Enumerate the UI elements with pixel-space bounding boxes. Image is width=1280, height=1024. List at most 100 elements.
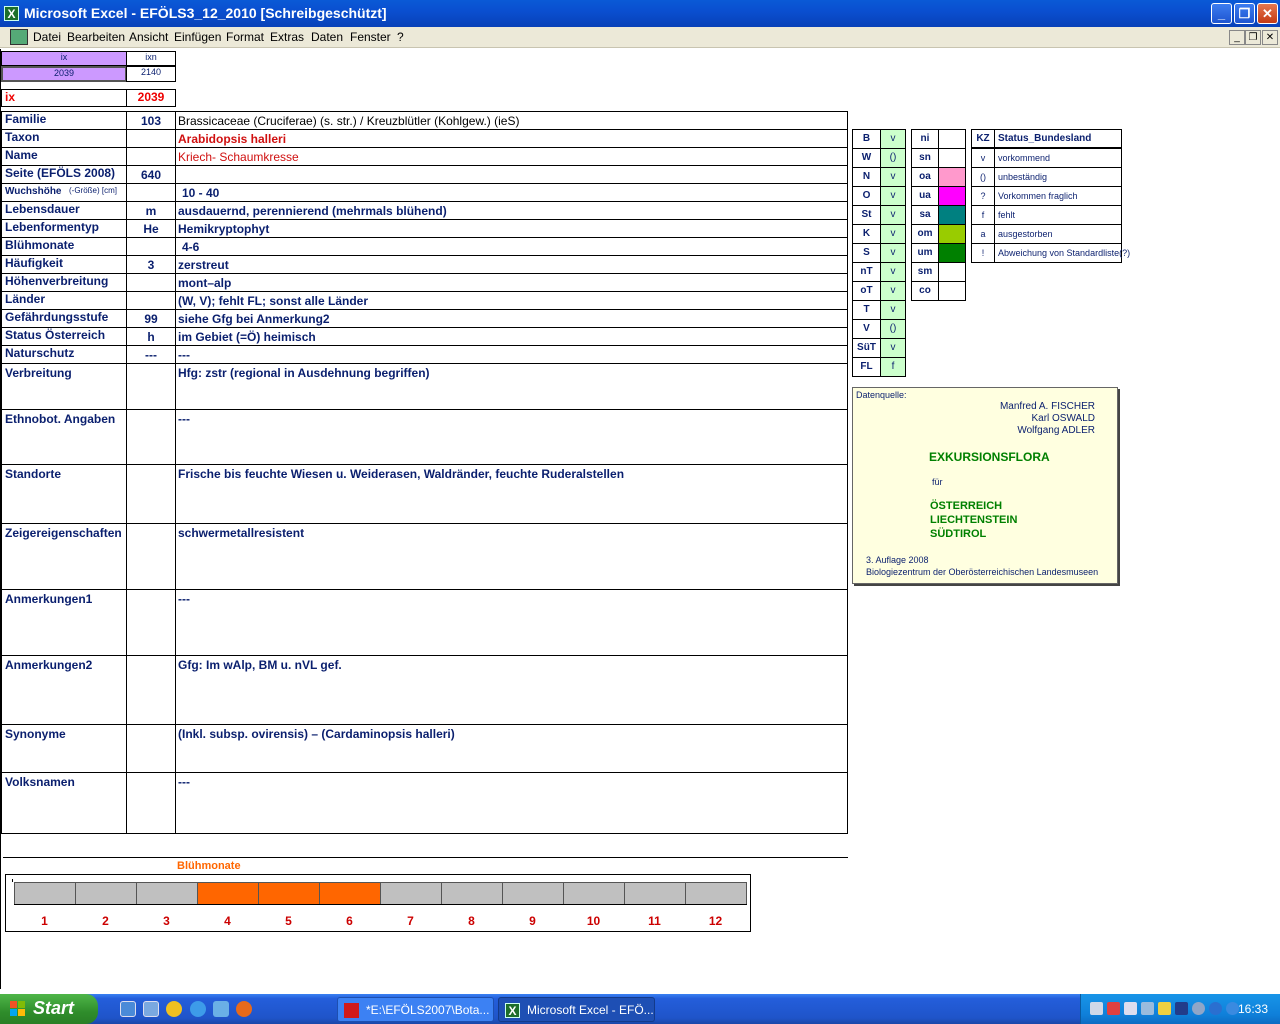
row-value[interactable]: [175, 165, 848, 184]
row-value[interactable]: Brassicaceae (Cruciferae) (s. str.) / Kr…: [175, 111, 848, 130]
laender-key[interactable]: St: [852, 205, 881, 225]
laender-value[interactable]: v: [880, 243, 906, 263]
hoehen-key[interactable]: sn: [911, 148, 939, 168]
row-value[interactable]: ---: [175, 772, 848, 834]
ix-big-value-cell[interactable]: 2039: [126, 89, 176, 107]
quicklaunch-explorer-icon[interactable]: [143, 1001, 159, 1017]
laender-value[interactable]: v: [880, 129, 906, 149]
legend-kz[interactable]: (): [971, 167, 995, 187]
row-code[interactable]: [126, 772, 176, 834]
tray-update-icon[interactable]: [1158, 1002, 1171, 1015]
row-value[interactable]: (Inkl. subsp. ovirensis) – (Cardaminopsi…: [175, 724, 848, 773]
row-code[interactable]: He: [126, 219, 176, 238]
laender-key[interactable]: T: [852, 300, 881, 320]
laender-value[interactable]: v: [880, 262, 906, 282]
ixn-value-cell[interactable]: 2140: [126, 66, 176, 82]
laender-value[interactable]: v: [880, 224, 906, 244]
row-code[interactable]: [126, 273, 176, 292]
minimize-button[interactable]: _: [1211, 3, 1232, 24]
hoehen-color-swatch[interactable]: [938, 167, 966, 187]
legend-text[interactable]: vorkommend: [994, 148, 1122, 168]
tray-network-icon[interactable]: [1090, 1002, 1103, 1015]
laender-value[interactable]: v: [880, 186, 906, 206]
source-box[interactable]: Datenquelle: Manfred A. FISCHER Karl OSW…: [852, 387, 1118, 584]
ix-header-cell[interactable]: ix: [1, 51, 127, 66]
row-value[interactable]: schwermetallresistent: [175, 523, 848, 590]
hoehen-key[interactable]: ni: [911, 129, 939, 149]
row-code[interactable]: [126, 724, 176, 773]
row-code[interactable]: 3: [126, 255, 176, 274]
row-label[interactable]: Synonyme: [1, 724, 127, 773]
hoehen-color-swatch[interactable]: [938, 243, 966, 263]
row-value[interactable]: siehe Gfg bei Anmerkung2: [175, 309, 848, 328]
hoehen-color-swatch[interactable]: [938, 262, 966, 282]
row-value[interactable]: Arabidopsis halleri: [175, 129, 848, 148]
row-code[interactable]: 640: [126, 165, 176, 184]
hoehen-key[interactable]: oa: [911, 167, 939, 187]
row-value[interactable]: ---: [175, 409, 848, 465]
row-label[interactable]: Länder: [1, 291, 127, 310]
legend-kz[interactable]: a: [971, 224, 995, 244]
menu-daten[interactable]: Daten: [311, 30, 343, 44]
tray-clock[interactable]: 16:33: [1238, 1002, 1268, 1016]
laender-key[interactable]: O: [852, 186, 881, 206]
row-code[interactable]: [126, 129, 176, 148]
row-label[interactable]: Status Österreich: [1, 327, 127, 346]
row-value[interactable]: mont–alp: [175, 273, 848, 292]
quicklaunch-firefox-icon[interactable]: [236, 1001, 252, 1017]
legend-header-kz[interactable]: KZ: [971, 129, 995, 148]
row-label[interactable]: Taxon: [1, 129, 127, 148]
laender-key[interactable]: oT: [852, 281, 881, 301]
row-code[interactable]: [126, 237, 176, 256]
mdi-restore-button[interactable]: ❐: [1245, 30, 1261, 45]
hoehen-color-swatch[interactable]: [938, 186, 966, 206]
row-label[interactable]: Gefährdungsstufe: [1, 309, 127, 328]
row-code[interactable]: [126, 183, 176, 202]
row-value[interactable]: Frische bis feuchte Wiesen u. Weiderasen…: [175, 464, 848, 524]
row-code[interactable]: [126, 589, 176, 656]
row-code[interactable]: [126, 363, 176, 410]
hoehen-color-swatch[interactable]: [938, 148, 966, 168]
tray-device-icon[interactable]: [1192, 1002, 1205, 1015]
laender-value[interactable]: v: [880, 281, 906, 301]
row-label[interactable]: Name: [1, 147, 127, 166]
quicklaunch-media-icon[interactable]: [166, 1001, 182, 1017]
row-label[interactable]: Lebenformentyp: [1, 219, 127, 238]
row-code[interactable]: 103: [126, 111, 176, 130]
legend-text[interactable]: unbeständig: [994, 167, 1122, 187]
row-label[interactable]: Zeigereigenschaften: [1, 523, 127, 590]
laender-key[interactable]: V: [852, 319, 881, 339]
row-label[interactable]: Blühmonate: [1, 237, 127, 256]
menu-fenster[interactable]: Fenster: [350, 30, 391, 44]
row-label[interactable]: Naturschutz: [1, 345, 127, 364]
task-button-excel[interactable]: X Microsoft Excel - EFÖ...: [498, 997, 655, 1022]
row-value[interactable]: (W, V); fehlt FL; sonst alle Länder: [175, 291, 848, 310]
hoehen-color-swatch[interactable]: [938, 224, 966, 244]
hoehen-color-swatch[interactable]: [938, 205, 966, 225]
row-label[interactable]: Seite (EFÖLS 2008): [1, 165, 127, 184]
laender-key[interactable]: N: [852, 167, 881, 187]
row-value[interactable]: 10 - 40: [175, 183, 848, 202]
row-value[interactable]: Gfg: Im wAlp, BM u. nVL gef.: [175, 655, 848, 725]
hoehen-key[interactable]: om: [911, 224, 939, 244]
row-value[interactable]: ausdauernd, perennierend (mehrmals blühe…: [175, 201, 848, 220]
restore-button[interactable]: ❐: [1234, 3, 1255, 24]
menu-extras[interactable]: Extras: [270, 30, 304, 44]
tray-info-icon[interactable]: [1209, 1002, 1222, 1015]
row-label[interactable]: Standorte: [1, 464, 127, 524]
row-code[interactable]: 99: [126, 309, 176, 328]
row-value[interactable]: Hfg: zstr (regional in Ausdehnung begrif…: [175, 363, 848, 410]
row-code[interactable]: [126, 147, 176, 166]
row-value[interactable]: ---: [175, 589, 848, 656]
row-label[interactable]: Verbreitung: [1, 363, 127, 410]
laender-value[interactable]: v: [880, 338, 906, 358]
row-code[interactable]: [126, 409, 176, 465]
legend-text[interactable]: ausgestorben: [994, 224, 1122, 244]
laender-value[interactable]: v: [880, 205, 906, 225]
row-label[interactable]: Volksnamen: [1, 772, 127, 834]
row-code[interactable]: [126, 523, 176, 590]
ix-value-cell[interactable]: 2039: [1, 66, 127, 82]
row-label[interactable]: Häufigkeit: [1, 255, 127, 274]
row-value[interactable]: ---: [175, 345, 848, 364]
legend-kz[interactable]: f: [971, 205, 995, 225]
